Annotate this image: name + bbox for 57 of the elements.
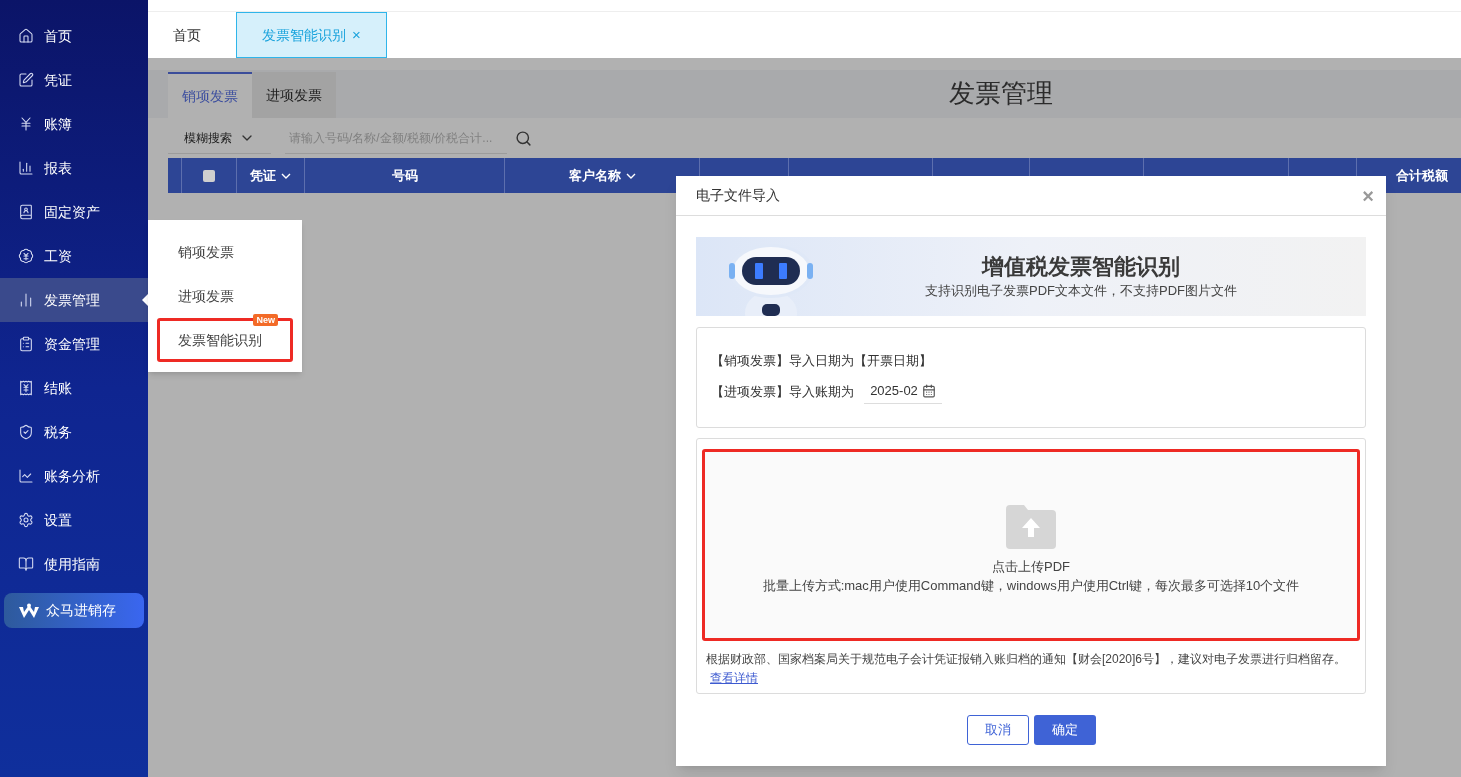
sidebar-item[interactable]: 结账 [0,366,148,410]
sidebar-item[interactable]: 固定资产 [0,190,148,234]
search-mode-select[interactable]: 模糊搜索 [168,122,271,154]
sort-chevron-icon [281,172,291,179]
info-label: 【进项发票】导入账期为 [711,382,854,401]
sort-chevron-icon [625,172,636,179]
search-icon[interactable] [515,129,532,147]
details-link[interactable]: 查看详情 [710,671,758,685]
sidebar-item[interactable]: 报表 [0,146,148,190]
shield-icon [18,424,34,440]
logo-icon [18,602,40,619]
calendar-icon [921,383,936,398]
home-icon [18,28,34,44]
new-badge: New [253,313,278,326]
clipboard-icon [18,336,34,352]
confirm-button[interactable]: 确定 [1033,715,1096,745]
invoice-tab[interactable]: 销项发票 [168,72,252,118]
invoice-tab[interactable]: 进项发票 [252,72,336,118]
submenu-item[interactable]: 进项发票 [178,285,234,307]
cancel-button[interactable]: 取消 [966,715,1029,745]
sidebar-item[interactable]: 设置 [0,498,148,542]
bar-chart-icon [18,160,34,176]
upload-folder-icon [1006,504,1056,549]
column-header[interactable]: 凭证 [237,158,305,193]
upload-hint: 批量上传方式:mac用户使用Command键，windows用户使用Ctrl键，每次最多可选择10个文件 [762,577,1300,595]
page-tab[interactable]: 首页 [148,12,236,58]
promo-button[interactable]: 众马进销存 [4,593,144,628]
sidebar-item[interactable]: 账簿 [0,102,148,146]
banner-subtitle: 支持识别电子发票PDF文本文件，不支持PDF图片文件 [925,281,1237,300]
banner-title: 增值税发票智能识别 [982,252,1180,281]
settings-icon [18,512,34,528]
column-header[interactable]: 号码 [305,158,505,193]
sidebar-item[interactable]: 首页 [0,14,148,58]
info-text: 【销项发票】导入日期为【开票日期】 [711,351,933,370]
upload-area[interactable]: 点击上传PDF 批量上传方式:mac用户使用Command键，windows用户使用Ctrl键，每次最多可选择10个文件 [702,449,1360,641]
line-chart-icon [18,468,34,484]
book-person-icon [18,204,34,220]
book-icon [18,556,34,572]
submenu-item[interactable]: 发票智能识别 [178,329,262,351]
sidebar-item[interactable]: 发票管理 [0,278,148,322]
page-title: 发票管理 [949,77,1053,110]
receipt-icon [18,380,34,396]
sidebar-item[interactable]: 资金管理 [0,322,148,366]
yen-icon [18,116,34,132]
upload-label: 点击上传PDF [992,557,1070,576]
sidebar-item[interactable]: 账务分析 [0,454,148,498]
period-field[interactable]: 2025-02 [864,378,942,405]
sidebar-item[interactable]: 凭证 [0,58,148,102]
sidebar-item[interactable]: 使用指南 [0,542,148,586]
sidebar-item[interactable]: 工资 [0,234,148,278]
column-chart-icon [18,292,34,308]
yen-badge-icon [18,248,34,264]
pen-note-icon [18,72,34,88]
sidebar-item[interactable]: 税务 [0,410,148,454]
submenu-item[interactable]: 销项发票 [178,241,234,263]
select-all-checkbox[interactable] [203,169,215,182]
archive-note: 根据财政部、国家档案局关于规范电子会计凭证报销入账归档的通知【财会[2020]6号】，建议对电子发票进行归档留存。 查看详情 [705,651,1348,687]
